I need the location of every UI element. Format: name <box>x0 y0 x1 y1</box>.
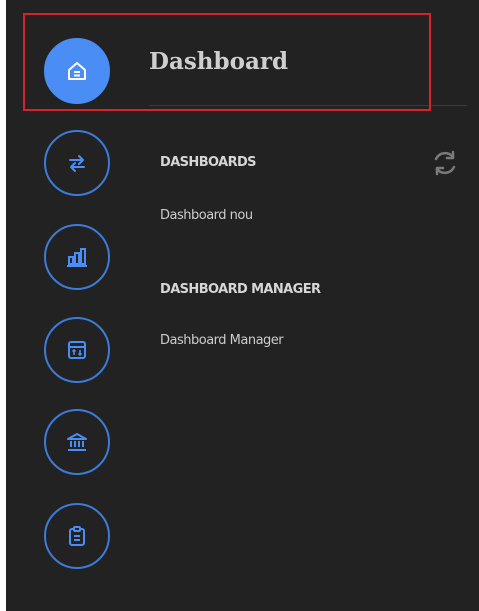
clipboard-icon <box>66 525 88 547</box>
refresh-icon <box>430 148 460 183</box>
app-panel: Dashboard DASHBOARDS Dashboard nou DASHB… <box>6 0 479 611</box>
dashboard-manager-heading: DASHBOARD MANAGER <box>160 282 321 297</box>
bank-icon <box>65 430 89 454</box>
calendar-sort-icon <box>66 339 88 361</box>
transfer-arrows-icon <box>66 152 88 174</box>
dashboard-new-link[interactable]: Dashboard nou <box>160 208 253 223</box>
dashboard-manager-link[interactable]: Dashboard Manager <box>160 333 284 348</box>
rail-clipboard-button[interactable] <box>44 503 110 569</box>
refresh-button[interactable] <box>428 148 462 182</box>
rail-calendar-button[interactable] <box>44 317 110 383</box>
rail-chart-button[interactable] <box>44 224 110 290</box>
rail-bank-button[interactable] <box>44 409 110 475</box>
dashboards-heading: DASHBOARDS <box>160 155 257 170</box>
bar-chart-icon <box>65 245 89 269</box>
highlight-box <box>23 13 431 111</box>
rail-transfer-button[interactable] <box>44 130 110 196</box>
